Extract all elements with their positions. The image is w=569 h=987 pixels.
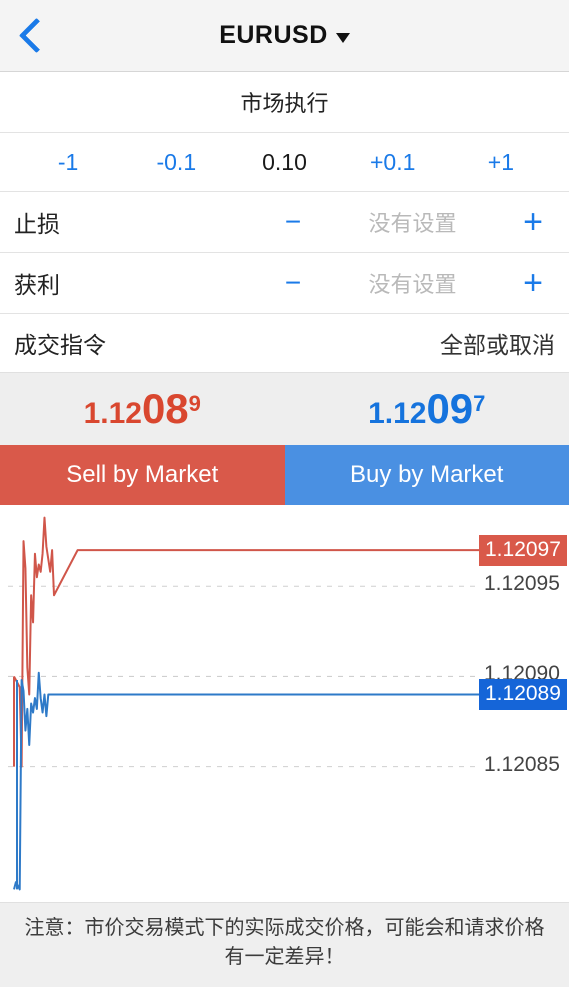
axis-tick-label: 1.12095 — [484, 572, 560, 596]
navigation-bar: EURUSD — [0, 0, 569, 72]
fill-policy-row[interactable]: 成交指令 全部或取消 — [0, 314, 569, 372]
axis-tick-label: 1.12085 — [484, 752, 560, 776]
bid-price-big: 08 — [141, 385, 189, 432]
volume-increment-small[interactable]: +0.1 — [339, 149, 447, 176]
page-title: EURUSD — [219, 21, 328, 49]
tick-chart[interactable]: 1.12095 1.12090 1.12085 1.12097 1.12089 — [0, 505, 569, 902]
volume-row: -1 -0.1 0.10 +0.1 +1 — [0, 133, 569, 192]
disclaimer-text: 注意：市价交易模式下的实际成交价格，可能会和请求价格有一定差异！ — [24, 917, 545, 968]
volume-decrement-large[interactable]: -1 — [14, 149, 122, 176]
caret-down-icon — [335, 32, 350, 43]
bid-price-fraction: 9 — [188, 390, 201, 416]
back-button[interactable] — [0, 0, 66, 70]
ask-price-fraction: 7 — [473, 390, 486, 416]
symbol-selector[interactable]: EURUSD — [0, 21, 569, 50]
volume-increment-large[interactable]: +1 — [447, 149, 555, 176]
volume-input[interactable]: 0.10 — [230, 149, 338, 176]
volume-decrement-small[interactable]: -0.1 — [122, 149, 230, 176]
ask-price-big: 09 — [426, 385, 474, 432]
ask-price[interactable]: 1.12097 — [285, 388, 569, 430]
buy-by-market-button[interactable]: Buy by Market — [284, 445, 569, 505]
stop-loss-increment-button[interactable]: + — [513, 205, 553, 239]
quotes-bar: 1.12089 1.12097 — [0, 372, 569, 445]
sell-by-market-button[interactable]: Sell by Market — [0, 445, 285, 505]
fill-policy-value[interactable]: 全部或取消 — [440, 326, 555, 360]
trade-screen: EURUSD 市场执行 -1 -0.1 0.10 +0.1 +1 止损 − 没有… — [0, 0, 569, 987]
fill-policy-label: 成交指令 — [14, 332, 106, 358]
bid-price-badge: 1.12089 — [479, 679, 567, 711]
bid-price[interactable]: 1.12089 — [0, 388, 285, 430]
take-profit-label: 获利 — [14, 272, 60, 298]
bid-price-base: 1.12 — [83, 397, 142, 430]
take-profit-increment-button[interactable]: + — [513, 266, 553, 300]
stop-loss-decrement-button[interactable]: − — [272, 208, 314, 236]
take-profit-decrement-button[interactable]: − — [272, 269, 314, 297]
stop-loss-row: 止损 − 没有设置 + — [0, 192, 569, 253]
disclaimer-bar: 注意：市价交易模式下的实际成交价格，可能会和请求价格有一定差异！ — [0, 902, 569, 987]
execution-mode-label: 市场执行 — [240, 91, 329, 116]
chevron-left-icon — [18, 17, 54, 53]
stop-loss-input[interactable]: 没有设置 — [330, 206, 495, 238]
order-actions: Sell by Market Buy by Market — [0, 445, 569, 505]
stop-loss-label: 止损 — [14, 211, 60, 237]
take-profit-input[interactable]: 没有设置 — [330, 267, 495, 299]
ask-price-base: 1.12 — [368, 397, 427, 430]
take-profit-row: 获利 − 没有设置 + — [0, 253, 569, 314]
execution-mode-row[interactable]: 市场执行 — [0, 72, 569, 133]
ask-price-badge: 1.12097 — [479, 535, 567, 567]
